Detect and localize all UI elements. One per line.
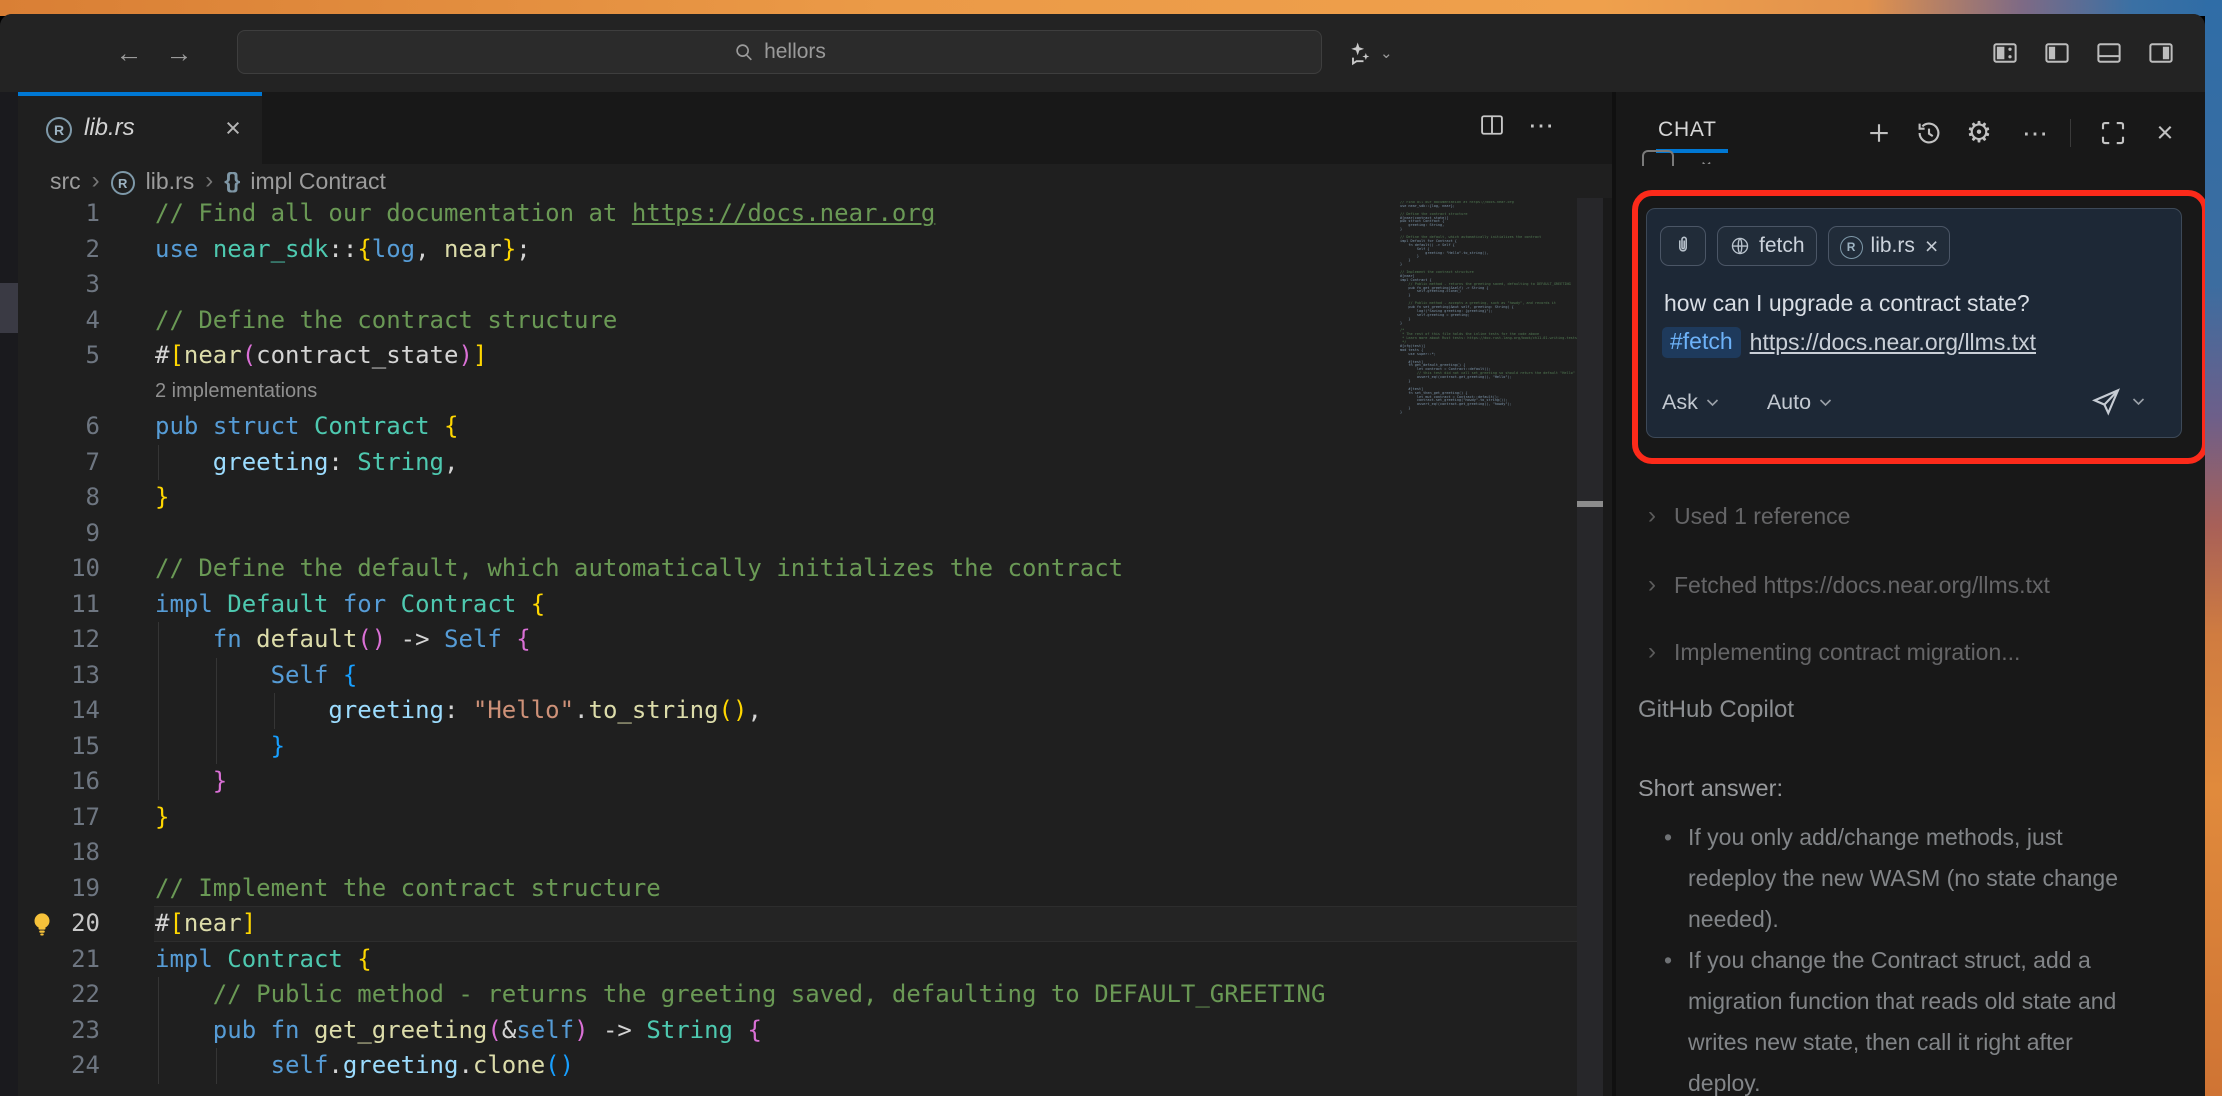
indent-guide — [158, 977, 159, 1084]
code-line-3: 3 — [0, 267, 1600, 303]
indent-guide — [216, 658, 217, 765]
line-number: 23 — [0, 1013, 100, 1049]
line-number: 5 — [0, 338, 100, 374]
line-number: 14 — [0, 693, 100, 729]
line-number: 10 — [0, 551, 100, 587]
collapsed-step-0[interactable]: ›Used 1 reference — [1648, 499, 2188, 533]
line-number: 24 — [0, 1048, 100, 1084]
line-number: 18 — [0, 835, 100, 871]
chevron-right-icon: › — [1648, 640, 1656, 664]
desktop-wallpaper-right — [2205, 0, 2222, 1096]
line-number: 21 — [0, 942, 100, 978]
code-line-15: 15 } — [0, 729, 1600, 765]
clipped-chevron-fragment: ⌄ — [1698, 150, 1716, 164]
line-number: 16 — [0, 764, 100, 800]
minimap-line: * Learn more about Rust tests: https://d… — [1400, 337, 1578, 341]
more-actions-icon[interactable]: ⋯ — [2020, 118, 2050, 148]
code-line-11: 11impl Default for Contract { — [0, 587, 1600, 623]
toggle-primary-sidebar-icon[interactable] — [2042, 38, 2072, 68]
indent-guide — [158, 622, 159, 800]
line-number: 3 — [0, 267, 100, 303]
codelens-implementations[interactable]: 2 implementations — [155, 374, 317, 410]
minimap[interactable]: // Find all our documentation at https:/… — [1400, 201, 1578, 421]
line-number: 4 — [0, 303, 100, 339]
toggle-panel-icon[interactable] — [2094, 38, 2124, 68]
line-number: 6 — [0, 409, 100, 445]
indent-guide — [216, 1048, 217, 1084]
chevron-right-icon: › — [1648, 573, 1656, 597]
maximize-panel-icon[interactable] — [2098, 118, 2128, 148]
answer-bullet: If you change the Contract struct, add a… — [1662, 940, 2148, 1096]
line-number: 7 — [0, 445, 100, 481]
vscode-window: ← → hellors ⌄ — [0, 14, 2205, 1096]
line-number: 19 — [0, 871, 100, 907]
code-line-24: 24 self.greeting.clone() — [0, 1048, 1600, 1084]
code-editor[interactable]: 1 // Find all our documentation at https:… — [0, 14, 1612, 1096]
code-line-4: 4// Define the contract structure — [0, 303, 1600, 339]
answer-intro: Short answer: — [1638, 775, 1783, 802]
chevron-right-icon: › — [1648, 504, 1656, 528]
code-line-7: 7 greeting: String, — [0, 445, 1600, 481]
lightbulb-icon[interactable] — [27, 909, 57, 939]
annotation-red-box — [1632, 190, 2205, 464]
line-number: 13 — [0, 658, 100, 694]
tab-chat[interactable]: CHAT — [1658, 118, 1717, 142]
code-line-10: 10// Define the default, which automatic… — [0, 551, 1600, 587]
code-line-19: 19// Implement the contract structure — [0, 871, 1600, 907]
code-line-20: 20#[near] — [0, 906, 1600, 942]
code-line-16: 16 } — [0, 764, 1600, 800]
code-line-21: 21impl Contract { — [0, 942, 1600, 978]
code-line-17: 17} — [0, 800, 1600, 836]
gear-icon[interactable]: ⚙ — [1964, 118, 1994, 148]
minimap-line: } — [1400, 411, 1578, 415]
header-separator — [2070, 119, 2071, 147]
toggle-secondary-sidebar-icon[interactable] — [2146, 38, 2176, 68]
line-number: 15 — [0, 729, 100, 765]
code-line-14: 14 greeting: "Hello".to_string(), — [0, 693, 1600, 729]
code-line-9: 9 — [0, 516, 1600, 552]
indent-guide — [274, 693, 275, 729]
customize-layout-icon[interactable] — [1990, 38, 2020, 68]
collapsed-step-2[interactable]: ›Implementing contract migration... — [1648, 635, 2188, 669]
clipped-toolbar-fragment — [1642, 150, 1674, 166]
code-line-2: 2use near_sdk::{log, near}; — [0, 232, 1600, 268]
editor-scrollbar[interactable] — [1577, 198, 1603, 1096]
code-line-1: 1// Find all our documentation at https:… — [0, 196, 1600, 232]
chat-history-icon[interactable] — [1914, 118, 1944, 148]
line-number: 11 — [0, 587, 100, 623]
code-line-22: 22 // Public method - returns the greeti… — [0, 977, 1600, 1013]
code-line-12: 12 fn default() -> Self { — [0, 622, 1600, 658]
code-line-5: 5#[near(contract_state)] — [0, 338, 1600, 374]
chat-author: GitHub Copilot — [1638, 696, 1794, 724]
line-number: 12 — [0, 622, 100, 658]
code-line-18: 18 — [0, 835, 1600, 871]
line-number: 22 — [0, 977, 100, 1013]
collapsed-step-1[interactable]: ›Fetched https://docs.near.org/llms.txt — [1648, 568, 2188, 602]
code-line-8: 8} — [0, 480, 1600, 516]
line-number: 2 — [0, 232, 100, 268]
overview-ruler-cursor-marker — [1577, 501, 1603, 507]
answer-bullet: If you only add/change methods, just red… — [1662, 817, 2148, 940]
close-panel-icon[interactable]: × — [2150, 118, 2180, 148]
code-line-6: 6pub struct Contract { — [0, 409, 1600, 445]
line-number: 1 — [0, 196, 100, 232]
line-number: 8 — [0, 480, 100, 516]
new-chat-icon[interactable] — [1864, 118, 1894, 148]
answer-bullet-list: If you only add/change methods, just red… — [1662, 817, 2148, 1096]
indent-guide — [158, 445, 159, 481]
code-line-23: 23 pub fn get_greeting(&self) -> String … — [0, 1013, 1600, 1049]
code-line-13: 13 Self { — [0, 658, 1600, 694]
line-number: 17 — [0, 800, 100, 836]
line-number: 9 — [0, 516, 100, 552]
